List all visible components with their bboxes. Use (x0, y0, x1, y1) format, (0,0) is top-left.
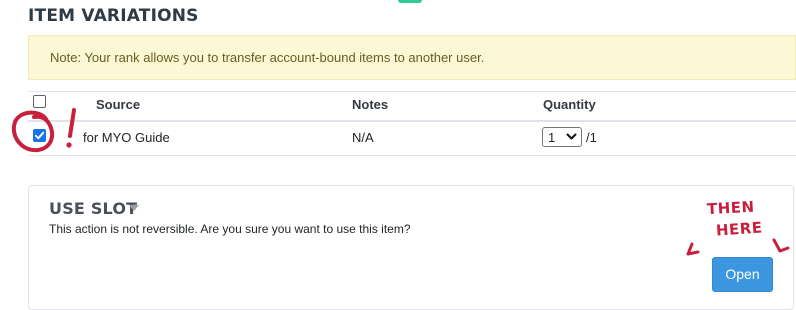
use-slot-message: This action is not reversible. Are you s… (49, 222, 411, 236)
red-circle-annotation (11, 108, 76, 153)
row-notes-cell: N/A (352, 130, 374, 145)
quantity-select[interactable]: 1 (542, 127, 582, 147)
top-accent-bar (398, 0, 422, 3)
table-top-border (28, 91, 796, 92)
column-header-quantity: Quantity (543, 97, 596, 112)
quantity-max-label: /1 (586, 130, 597, 145)
column-header-notes: Notes (352, 97, 389, 112)
column-header-source: Source (96, 97, 141, 112)
rank-note-text: Note: Your rank allows you to transfer a… (50, 50, 485, 65)
chevron-down-icon (566, 133, 577, 140)
caret-down-icon[interactable] (129, 205, 139, 211)
quantity-select-value: 1 (548, 130, 556, 145)
select-all-checkbox[interactable] (33, 95, 46, 108)
section-title: ITEM VARIATIONS (28, 6, 199, 26)
red-arrow-marks-annotation (686, 238, 790, 256)
row-source-cell: for MYO Guide (83, 130, 170, 145)
use-slot-title[interactable]: USE SLOT (49, 199, 137, 218)
rank-note-alert: Note: Your rank allows you to transfer a… (28, 35, 796, 80)
table-header-divider (28, 120, 796, 122)
annotation-then: THEN (706, 197, 756, 219)
table-bottom-border (28, 155, 796, 156)
open-button[interactable]: Open (712, 257, 773, 292)
